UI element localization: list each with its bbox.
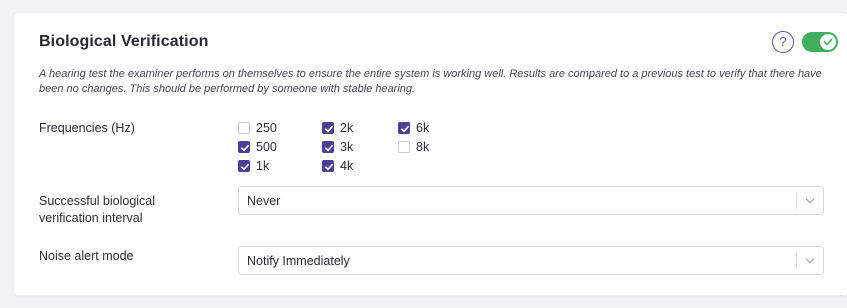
check-icon [325, 163, 333, 170]
frequency-option-3k[interactable]: 3k [322, 137, 398, 156]
checkbox[interactable] [322, 140, 334, 153]
interval-select[interactable]: Never [238, 186, 824, 215]
checkbox[interactable] [398, 121, 410, 134]
section-description: A hearing test the examiner performs on … [39, 68, 822, 95]
frequency-option-500[interactable]: 500 [238, 137, 322, 156]
frequency-option-2k[interactable]: 2k [322, 118, 398, 137]
check-icon [241, 144, 249, 151]
checkbox[interactable] [238, 159, 250, 172]
frequency-label: 2k [340, 120, 354, 135]
frequencies-label: Frequencies (Hz) [39, 121, 135, 135]
frequency-option-250[interactable]: 250 [238, 118, 322, 137]
frequency-label: 250 [256, 120, 277, 135]
frequency-label: 6k [416, 120, 430, 135]
toggle-knob [820, 34, 836, 50]
interval-label: Successful biological verification inter… [39, 194, 156, 225]
frequencies-checkbox-group: 250 2k 6k 500 3k 8k 1k 4k [238, 118, 458, 175]
question-circle-icon[interactable]: ? [772, 31, 794, 53]
select-divider [796, 193, 797, 209]
frequency-label: 8k [416, 139, 430, 154]
check-icon [401, 125, 409, 132]
noise-alert-select[interactable]: Notify Immediately [238, 246, 824, 275]
frequency-label: 3k [340, 139, 354, 154]
noise-alert-select-value: Notify Immediately [247, 254, 350, 268]
checkbox[interactable] [322, 121, 334, 134]
check-icon [823, 38, 833, 46]
biological-verification-card: Biological Verification ? A hearing test… [14, 13, 847, 295]
frequency-option-8k[interactable]: 8k [398, 137, 458, 156]
frequency-label: 4k [340, 158, 354, 173]
checkbox[interactable] [238, 121, 250, 134]
select-divider [796, 253, 797, 269]
checkbox[interactable] [322, 159, 334, 172]
frequency-option-4k[interactable]: 4k [322, 156, 398, 175]
chevron-down-icon [805, 258, 815, 264]
frequency-option-1k[interactable]: 1k [238, 156, 322, 175]
check-icon [241, 163, 249, 170]
frequency-label: 1k [256, 158, 270, 173]
interval-select-value: Never [247, 194, 281, 208]
chevron-down-icon [805, 198, 815, 204]
checkbox[interactable] [398, 140, 410, 153]
frequency-label: 500 [256, 139, 277, 154]
frequency-option-6k[interactable]: 6k [398, 118, 458, 137]
section-title: Biological Verification [39, 33, 209, 50]
enable-toggle[interactable] [802, 32, 838, 52]
noise-alert-label: Noise alert mode [39, 249, 134, 263]
checkbox[interactable] [238, 140, 250, 153]
check-icon [325, 125, 333, 132]
check-icon [325, 144, 333, 151]
